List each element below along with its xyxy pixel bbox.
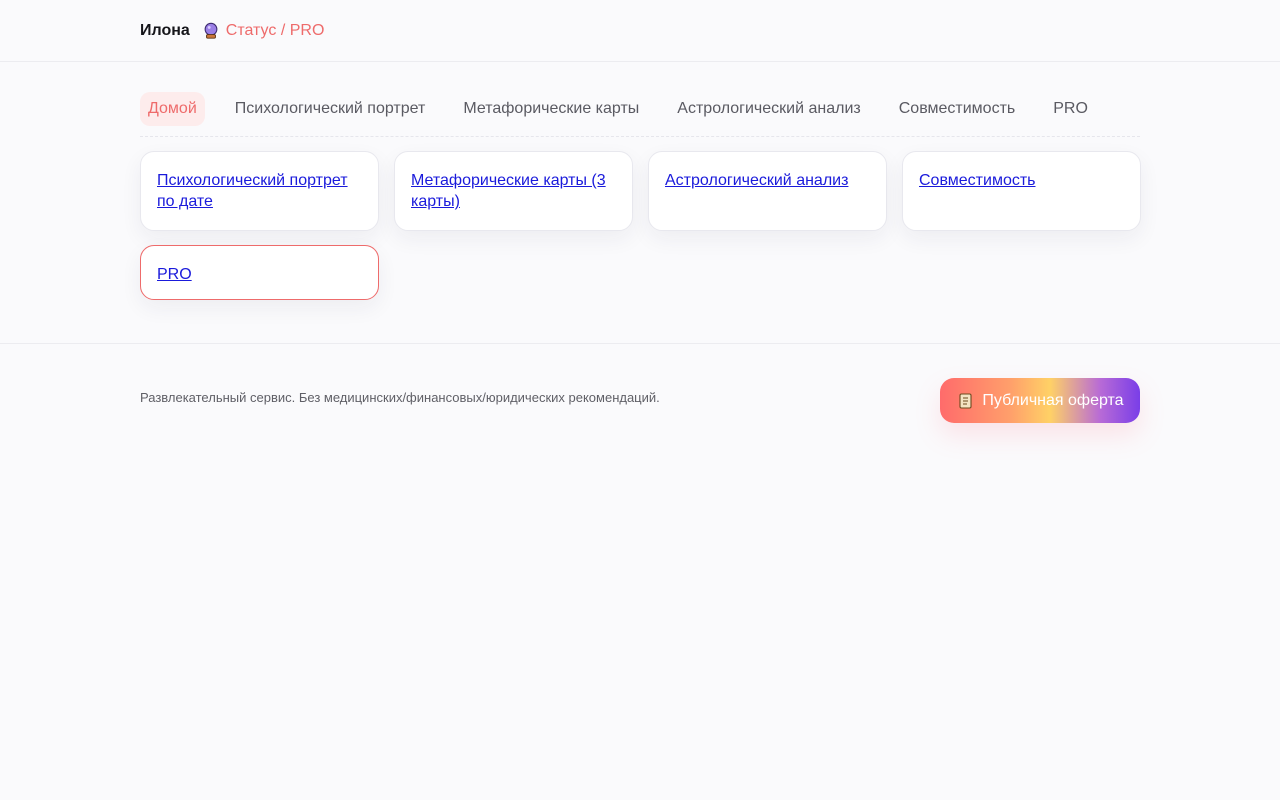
card-psych-portrait-link[interactable]: Психологический портрет по дате [157,172,348,210]
public-offer-label: Публичная оферта [982,391,1124,409]
public-offer-button[interactable]: Публичная оферта [940,378,1140,423]
card-astro-analysis[interactable]: Астрологический анализ [648,151,887,231]
footer: Развлекательный сервис. Без медицинских/… [140,344,1140,423]
disclaimer-text: Развлекательный сервис. Без медицинских/… [140,390,660,405]
card-compatibility[interactable]: Совместимость [902,151,1141,231]
feature-cards: Психологический портрет по дате Метафори… [140,151,1141,300]
header-inner: Илона Статус / PRO [140,22,1140,40]
tab-pro[interactable]: PRO [1045,92,1096,126]
tab-compatibility[interactable]: Совместимость [891,92,1024,126]
card-metaphor-cards-link[interactable]: Метафорические карты (3 карты) [411,172,606,210]
main-content: Домой Психологический портрет Метафориче… [0,62,1280,344]
card-compatibility-link[interactable]: Совместимость [919,172,1036,189]
card-metaphor-cards[interactable]: Метафорические карты (3 карты) [394,151,633,231]
status-area[interactable]: Статус / PRO [202,22,325,40]
card-astro-analysis-link[interactable]: Астрологический анализ [665,172,848,189]
card-psych-portrait[interactable]: Психологический портрет по дате [140,151,379,231]
card-pro-link[interactable]: PRO [157,266,192,283]
crystal-ball-icon [204,22,218,39]
tab-home[interactable]: Домой [140,92,205,126]
tab-bar: Домой Психологический портрет Метафориче… [140,92,1140,137]
user-name: Илона [140,21,190,39]
top-header: Илона Статус / PRO [0,0,1280,62]
status-pro-link[interactable]: Статус / PRO [226,22,325,40]
scroll-icon [959,392,972,409]
tab-psych-portrait[interactable]: Психологический портрет [227,92,434,126]
tab-metaphor-cards[interactable]: Метафорические карты [455,92,647,126]
tab-astro-analysis[interactable]: Астрологический анализ [669,92,868,126]
card-pro[interactable]: PRO [140,245,379,300]
